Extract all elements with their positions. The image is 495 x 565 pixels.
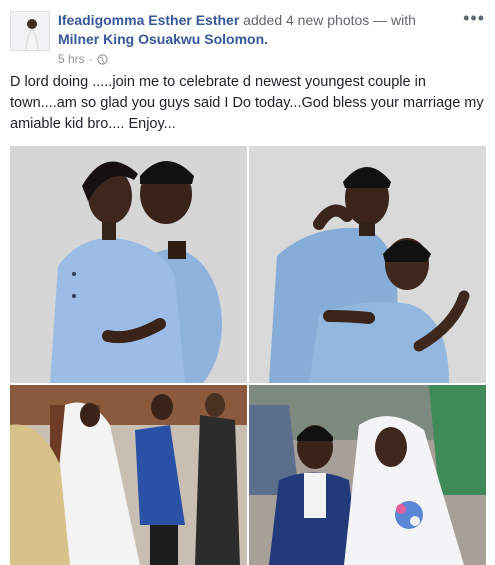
- feed-post: Ifeadigomma Esther Esther added 4 new ph…: [0, 0, 495, 565]
- author-name-link[interactable]: Ifeadigomma Esther Esther: [58, 12, 239, 28]
- globe-icon[interactable]: [97, 53, 108, 65]
- post-header: Ifeadigomma Esther Esther added 4 new ph…: [58, 11, 458, 49]
- post-action-text: added 4 new photos: [243, 12, 370, 28]
- meta-separator: ·: [88, 52, 93, 66]
- with-text: — with: [373, 12, 416, 28]
- author-avatar[interactable]: [10, 11, 50, 51]
- post-photo-3[interactable]: [10, 385, 247, 565]
- more-options-icon[interactable]: •••: [463, 8, 485, 29]
- post-meta: 5 hrs ·: [58, 52, 108, 66]
- post-timestamp-link[interactable]: 5 hrs: [58, 52, 85, 66]
- post-photo-2[interactable]: [249, 146, 486, 383]
- tagged-person-link[interactable]: Milner King Osuakwu Solomon.: [58, 31, 268, 47]
- post-photo-4[interactable]: [249, 385, 486, 565]
- post-message: D lord doing .....join me to celebrate d…: [10, 74, 484, 132]
- post-photo-1[interactable]: [10, 146, 247, 383]
- avatar-image: [11, 12, 49, 50]
